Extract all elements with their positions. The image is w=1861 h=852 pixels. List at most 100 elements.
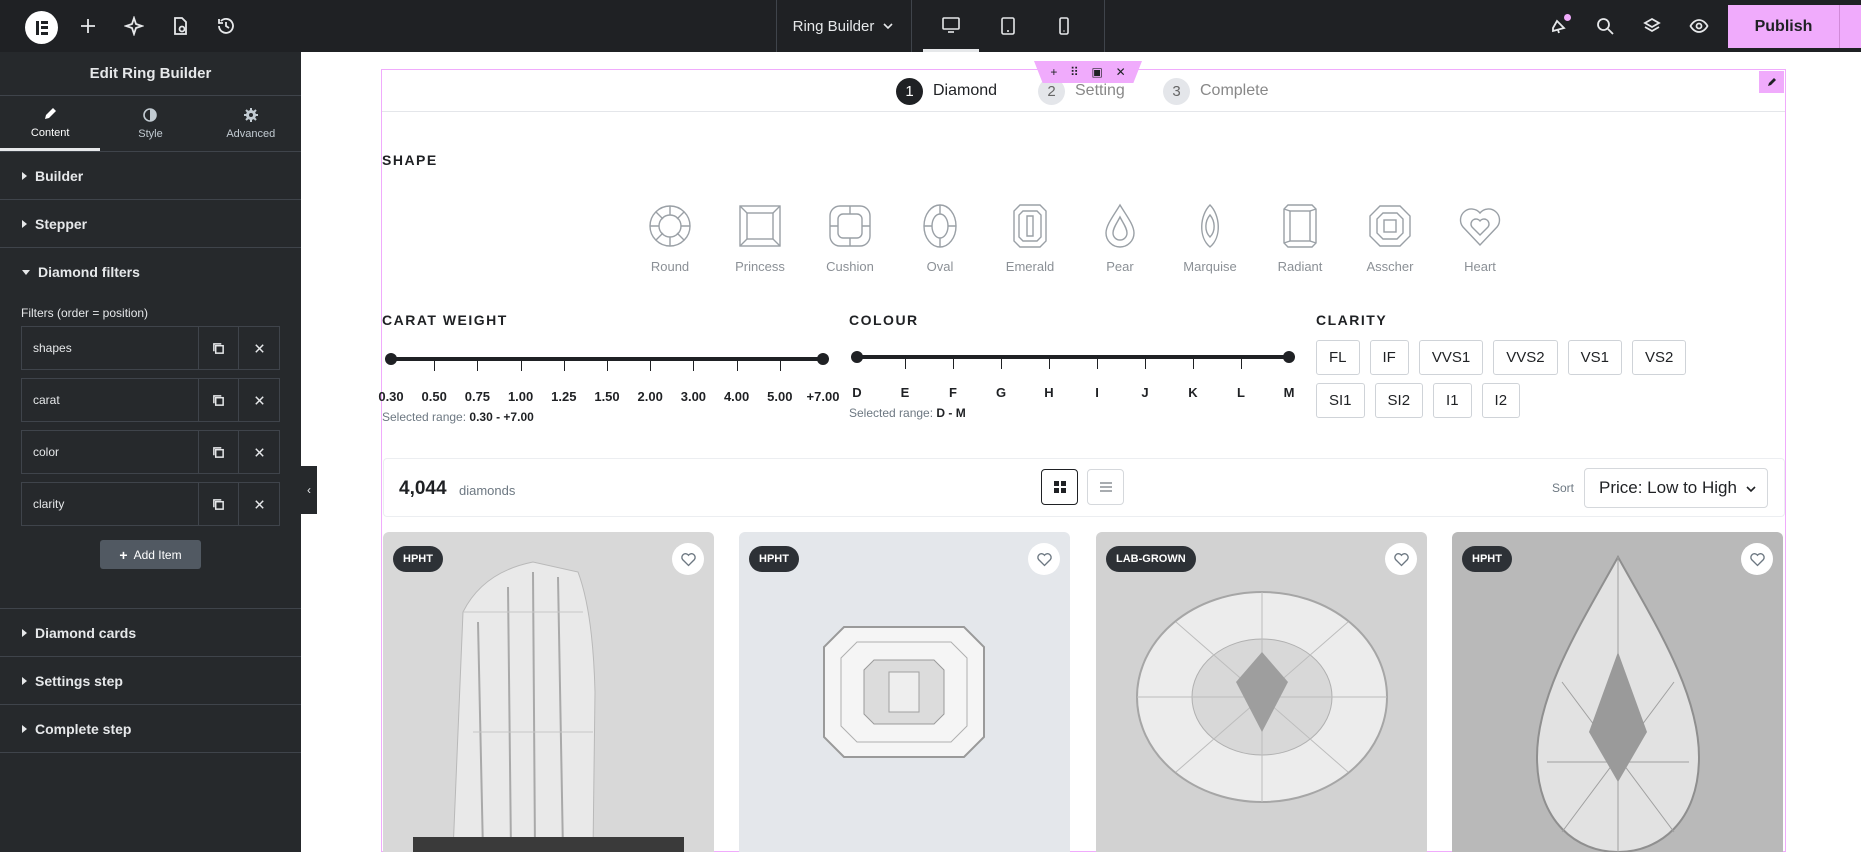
- heart-icon: [1036, 552, 1052, 566]
- add-item-button[interactable]: + Add Item: [100, 540, 201, 569]
- layers-icon[interactable]: [1640, 14, 1664, 38]
- step-complete[interactable]: 3 Complete: [1163, 70, 1268, 112]
- sort-select[interactable]: Price: Low to High: [1584, 468, 1768, 508]
- panel-tabs: Content Style Advanced: [0, 96, 301, 152]
- clarity-chip[interactable]: VVS2: [1493, 340, 1558, 375]
- shape-label: Radiant: [1277, 259, 1323, 274]
- section-diamond-cards[interactable]: Diamond cards: [0, 609, 301, 657]
- shape-cushion[interactable]: Cushion: [805, 203, 895, 274]
- favorite-button[interactable]: [1741, 543, 1773, 575]
- carat-max-handle[interactable]: [817, 353, 829, 365]
- mobile-view-button[interactable]: [1036, 0, 1092, 52]
- slider-tick: [477, 359, 479, 371]
- drag-handle-icon[interactable]: ⠿: [1070, 65, 1079, 79]
- section-complete-step[interactable]: Complete step: [0, 705, 301, 753]
- clarity-chip[interactable]: IF: [1369, 340, 1409, 375]
- close-icon[interactable]: ✕: [1116, 65, 1126, 79]
- search-icon[interactable]: [1593, 14, 1617, 38]
- elementor-logo-icon[interactable]: [25, 11, 58, 44]
- tablet-view-button[interactable]: [980, 0, 1036, 52]
- clarity-chip[interactable]: FL: [1316, 340, 1360, 375]
- clarity-chip[interactable]: VVS1: [1418, 340, 1484, 375]
- step-number: 1: [896, 77, 923, 105]
- slider-tick: [1097, 357, 1098, 369]
- section-label: Diamond cards: [35, 624, 137, 641]
- clarity-chip[interactable]: I2: [1481, 383, 1521, 418]
- emerald-diamond-icon: [1013, 204, 1047, 248]
- favorite-button[interactable]: [672, 543, 704, 575]
- clarity-chip[interactable]: SI1: [1316, 383, 1365, 418]
- step-diamond[interactable]: 1 Diamond: [896, 70, 997, 112]
- clarity-chip[interactable]: VS2: [1631, 340, 1687, 375]
- shape-oval[interactable]: Oval: [895, 203, 985, 274]
- shape-marquise[interactable]: Marquise: [1165, 203, 1255, 274]
- document-title-dropdown[interactable]: Ring Builder: [776, 0, 911, 52]
- section-stepper[interactable]: Stepper: [0, 200, 301, 248]
- clarity-chip[interactable]: I1: [1433, 383, 1472, 418]
- add-element-icon[interactable]: [76, 14, 100, 38]
- shape-pear[interactable]: Pear: [1075, 203, 1165, 274]
- list-icon: [1099, 482, 1112, 492]
- section-builder[interactable]: Builder: [0, 152, 301, 200]
- duplicate-button[interactable]: [199, 431, 239, 473]
- carat-range-note: Selected range: 0.30 - +7.00: [382, 410, 534, 424]
- section-settings-step[interactable]: Settings step: [0, 657, 301, 705]
- collapse-panel-button[interactable]: ‹: [301, 466, 317, 514]
- remove-button[interactable]: [239, 379, 279, 421]
- repeater-item[interactable]: color: [21, 430, 280, 474]
- shape-radiant[interactable]: Radiant: [1255, 203, 1345, 274]
- repeater-item-label: carat: [22, 379, 199, 421]
- asscher-diamond-icon: [1369, 205, 1411, 247]
- colour-max-handle[interactable]: [1283, 351, 1295, 363]
- page-settings-icon[interactable]: [168, 14, 192, 38]
- favorite-button[interactable]: [1385, 543, 1417, 575]
- carat-heading: CARAT WEIGHT: [382, 312, 508, 328]
- shape-princess[interactable]: Princess: [715, 203, 805, 274]
- shape-round[interactable]: Round: [625, 203, 715, 274]
- chevron-left-icon: ‹: [307, 483, 311, 497]
- edit-widget-button[interactable]: [1759, 71, 1784, 93]
- favorite-button[interactable]: [1028, 543, 1060, 575]
- shape-emerald[interactable]: Emerald: [985, 203, 1075, 274]
- grid-view-button[interactable]: [1041, 469, 1078, 505]
- slider-tick-label: F: [949, 385, 957, 400]
- shape-heart[interactable]: Heart: [1435, 203, 1525, 274]
- tab-content[interactable]: Content: [0, 96, 101, 151]
- remove-button[interactable]: [239, 483, 279, 525]
- ai-sparkle-icon[interactable]: [122, 14, 146, 38]
- diamond-card[interactable]: HPHT: [1452, 532, 1783, 852]
- card-badge: HPHT: [749, 546, 799, 572]
- duplicate-button[interactable]: [199, 379, 239, 421]
- repeater-item[interactable]: shapes: [21, 326, 280, 370]
- duplicate-button[interactable]: [199, 327, 239, 369]
- list-view-button[interactable]: [1087, 469, 1124, 505]
- shape-asscher[interactable]: Asscher: [1345, 203, 1435, 274]
- duplicate-button[interactable]: [199, 483, 239, 525]
- publish-button[interactable]: Publish: [1728, 5, 1839, 48]
- remove-button[interactable]: [239, 431, 279, 473]
- diamond-card[interactable]: LAB-GROWN: [1096, 532, 1427, 852]
- add-icon[interactable]: +: [1050, 65, 1057, 79]
- repeater-item[interactable]: carat: [21, 378, 280, 422]
- repeater-item[interactable]: clarity: [21, 482, 280, 526]
- diamond-card[interactable]: HPHT: [739, 532, 1070, 852]
- slider-tick: [1145, 357, 1146, 369]
- tab-style[interactable]: Style: [100, 96, 200, 151]
- diamond-card[interactable]: HPHT: [383, 532, 714, 852]
- slider-tick: [434, 359, 436, 371]
- colour-min-handle[interactable]: [851, 351, 863, 363]
- preview-eye-icon[interactable]: [1687, 14, 1711, 38]
- history-icon[interactable]: [214, 14, 238, 38]
- document-title: Ring Builder: [792, 17, 875, 35]
- remove-button[interactable]: [239, 327, 279, 369]
- clarity-chip[interactable]: SI2: [1374, 383, 1424, 418]
- carat-min-handle[interactable]: [385, 353, 397, 365]
- clarity-chip[interactable]: VS1: [1567, 340, 1622, 375]
- tab-advanced[interactable]: Advanced: [201, 96, 301, 151]
- desktop-view-button[interactable]: [923, 0, 979, 52]
- colour-slider-track[interactable]: [857, 355, 1289, 359]
- publish-options-button[interactable]: [1839, 5, 1861, 48]
- section-diamond-filters[interactable]: Diamond filters: [0, 248, 301, 296]
- range-prefix: Selected range:: [849, 406, 934, 420]
- duplicate-icon[interactable]: ▣: [1092, 65, 1103, 79]
